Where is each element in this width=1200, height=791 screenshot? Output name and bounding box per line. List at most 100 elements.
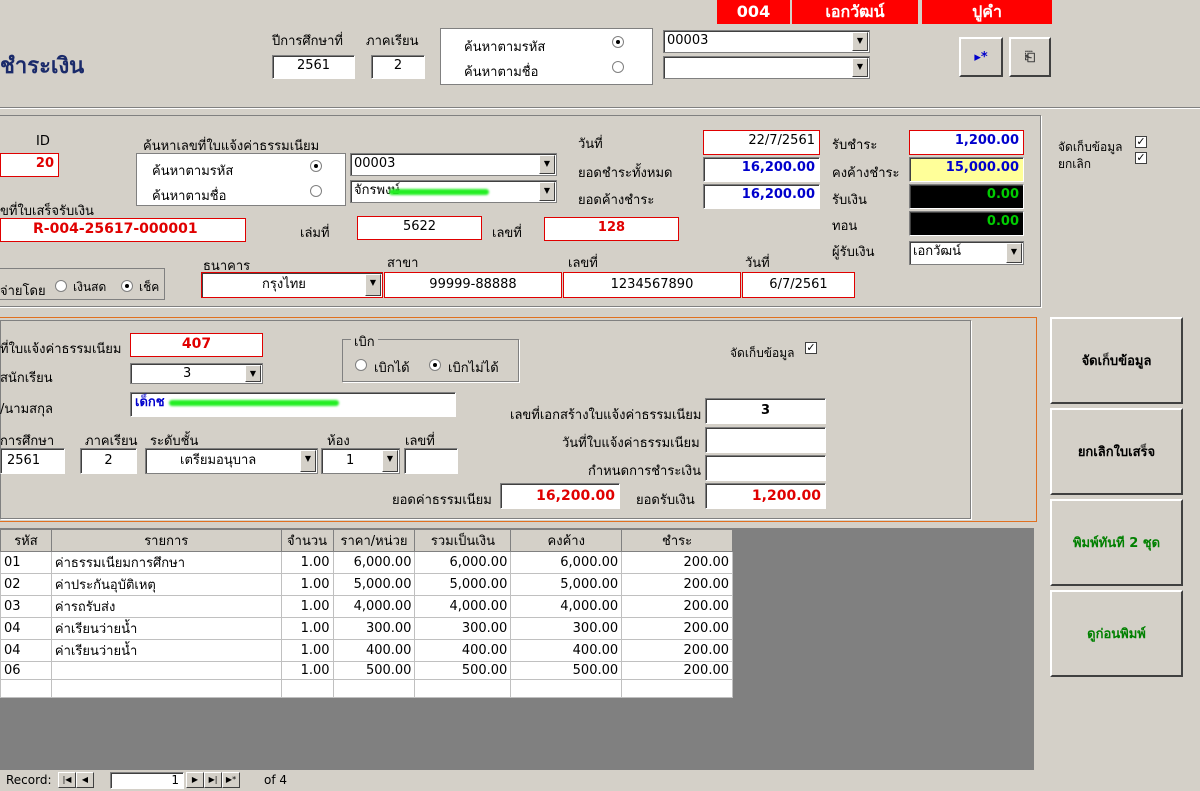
cheque-no-label: เลขที่ bbox=[568, 256, 598, 271]
prev-record-icon[interactable]: ◀ bbox=[76, 772, 94, 788]
col-header[interactable]: ราคา/หน่วย bbox=[332, 529, 416, 552]
print-preview-button[interactable]: ดูก่อนพิมพ์ bbox=[1050, 590, 1183, 677]
col-header[interactable]: รหัส bbox=[0, 529, 52, 552]
chevron-down-icon[interactable]: ▼ bbox=[539, 155, 555, 174]
withdrawable-radio[interactable] bbox=[355, 359, 367, 371]
table-row[interactable]: 04 ค่าเรียนว่ายน้ำ 1.00 300.00 300.00 300.00 2… bbox=[0, 617, 733, 640]
doc-no-label: เลขที่เอกสร้างใบแจ้งค่าธรรมเนียม bbox=[510, 408, 702, 423]
new-record-nav-icon[interactable]: ▶* bbox=[222, 772, 240, 788]
col-header[interactable]: รายการ bbox=[50, 529, 282, 552]
branch-code-badge: 004 bbox=[717, 0, 790, 24]
table-row[interactable]: 04 ค่าเรียนว่ายน้ำ 1.00 400.00 400.00 400.00 2… bbox=[0, 639, 733, 662]
search-by-name-radio[interactable] bbox=[612, 61, 624, 73]
search-by-code-label: ค้นหาตามรหัส bbox=[464, 40, 546, 55]
id-field[interactable]: 20 bbox=[0, 153, 59, 177]
inv-room-select[interactable]: 1 ▼ bbox=[321, 448, 400, 474]
invoice-save-data-checkbox[interactable]: ✓ bbox=[805, 342, 817, 354]
invoice-search-name-radio[interactable] bbox=[310, 185, 322, 197]
receipt-no-field[interactable]: R-004-25617-000001 bbox=[0, 218, 246, 242]
number-field[interactable]: 128 bbox=[544, 217, 679, 241]
remain-label: คงค้างชำระ bbox=[832, 166, 900, 181]
invoice-name-select[interactable]: จักรพงษ์ ▼ bbox=[350, 180, 557, 203]
chevron-down-icon[interactable]: ▼ bbox=[245, 365, 261, 382]
bank-select[interactable]: กรุงไทย ▼ bbox=[201, 272, 383, 298]
chevron-down-icon[interactable]: ▼ bbox=[300, 450, 316, 472]
book-label: เล่มที่ bbox=[300, 226, 330, 241]
due-label: กำหนดการชำระเงิน bbox=[588, 464, 701, 479]
table-row[interactable]: 02 ค่าประกันอุบัติเหตุ 1.00 5,000.00 5,000.0… bbox=[0, 573, 733, 596]
search-by-code-radio[interactable] bbox=[612, 36, 624, 48]
cash-in-field[interactable]: 0.00 bbox=[909, 184, 1024, 209]
chevron-down-icon[interactable]: ▼ bbox=[539, 182, 555, 201]
save-data-checkbox[interactable]: ✓ bbox=[1135, 136, 1147, 148]
search-code-select[interactable]: 00003 ▼ bbox=[663, 30, 870, 53]
date-label: วันที่ bbox=[578, 137, 603, 152]
remain-field: 15,000.00 bbox=[909, 157, 1024, 182]
exit-button[interactable]: ⎗ bbox=[1009, 37, 1051, 77]
col-header[interactable]: รวมเป็นเงิน bbox=[414, 529, 512, 552]
table-row[interactable]: 06 1.00 500.00 500.00 500.00 200.00 bbox=[0, 661, 733, 680]
chevron-down-icon[interactable]: ▼ bbox=[365, 274, 381, 296]
cheque-date-field[interactable]: 6/7/2561 bbox=[742, 272, 855, 298]
inv-year-field[interactable]: 2561 bbox=[0, 448, 65, 474]
cancel-label: ยกเลิก bbox=[1058, 157, 1092, 171]
cheque-label: เช็ค bbox=[139, 280, 160, 294]
not-withdrawable-label: เบิกไม่ได้ bbox=[448, 361, 499, 376]
print-two-copies-button[interactable]: พิมพ์ทันที 2 ชุด bbox=[1050, 499, 1183, 586]
save-button[interactable]: จัดเก็บข้อมูล bbox=[1050, 317, 1183, 404]
student-code-select[interactable]: 3 ▼ bbox=[130, 363, 263, 384]
year-label: ปีการศึกษาที่ bbox=[272, 34, 343, 49]
new-record-button[interactable]: ▸* bbox=[959, 37, 1003, 77]
divider bbox=[0, 107, 1200, 109]
chevron-down-icon[interactable]: ▼ bbox=[1006, 243, 1022, 263]
branch-field[interactable]: 99999-88888 bbox=[384, 272, 562, 298]
last-record-icon[interactable]: ▶| bbox=[204, 772, 222, 788]
new-record-icon: ▸* bbox=[974, 49, 988, 65]
table-row[interactable]: 03 ค่ารถรับส่ง 1.00 4,000.00 4,000.00 4,000.0… bbox=[0, 595, 733, 618]
col-header[interactable]: ชำระ bbox=[621, 529, 733, 552]
withdraw-group: เบิก เบิกได้ เบิกไม่ได้ bbox=[342, 331, 519, 382]
not-withdrawable-radio[interactable] bbox=[429, 359, 441, 371]
invoice-no-field[interactable]: 407 bbox=[130, 333, 263, 357]
student-name-field[interactable]: เด็กช bbox=[130, 392, 456, 417]
cheque-no-field[interactable]: 1234567890 bbox=[563, 272, 741, 298]
date-field[interactable]: 22/7/2561 bbox=[703, 130, 820, 155]
table-row-new[interactable] bbox=[0, 679, 733, 698]
cheque-radio[interactable] bbox=[121, 280, 133, 292]
col-header[interactable]: จำนวน bbox=[280, 529, 334, 552]
chevron-down-icon[interactable]: ▼ bbox=[382, 450, 398, 472]
inv-level-select[interactable]: เตรียมอนุบาล ▼ bbox=[145, 448, 318, 474]
book-field[interactable]: 5622 bbox=[357, 216, 482, 240]
cash-label: เงินสด bbox=[73, 280, 107, 294]
invoice-search-code-radio[interactable] bbox=[310, 160, 322, 172]
year-input[interactable]: 2561 bbox=[272, 55, 355, 79]
exit-icon: ⎗ bbox=[1024, 49, 1036, 65]
inv-term-field[interactable]: 2 bbox=[80, 448, 137, 474]
user-name-badge: เอกวัฒน์ bbox=[792, 0, 918, 24]
receive-field[interactable]: 1,200.00 bbox=[909, 130, 1024, 155]
cancel-receipt-button[interactable]: ยกเลิกใบเสร็จ bbox=[1050, 408, 1183, 495]
col-header[interactable]: คงค้าง bbox=[510, 529, 623, 552]
doc-no-field[interactable]: 3 bbox=[705, 398, 826, 424]
due-field[interactable] bbox=[705, 455, 826, 481]
receiver-select[interactable]: เอกวัฒน์ ▼ bbox=[909, 241, 1024, 265]
cancel-checkbox[interactable]: ✓ bbox=[1135, 152, 1147, 164]
record-count: of 4 bbox=[264, 773, 288, 787]
first-record-icon[interactable]: |◀ bbox=[58, 772, 76, 788]
cash-radio[interactable] bbox=[55, 280, 67, 292]
term-input[interactable]: 2 bbox=[371, 55, 425, 79]
invoice-date-field[interactable] bbox=[705, 427, 826, 453]
invoice-code-select[interactable]: 00003 ▼ bbox=[350, 153, 557, 176]
next-record-icon[interactable]: ▶ bbox=[186, 772, 204, 788]
table-row[interactable]: 01 ค่าธรรมเนียมการศึกษา 1.00 6,000.00 6,000.… bbox=[0, 551, 733, 574]
received-field: 1,200.00 bbox=[705, 483, 826, 509]
inv-no-field[interactable] bbox=[404, 448, 458, 474]
chevron-down-icon[interactable]: ▼ bbox=[852, 32, 868, 51]
chevron-down-icon[interactable]: ▼ bbox=[852, 58, 868, 77]
record-number-input[interactable]: 1 bbox=[110, 772, 184, 789]
withdraw-label: เบิก bbox=[351, 331, 378, 352]
invoice-no-label: ที่ใบแจ้งค่าธรรมเนียม bbox=[0, 342, 122, 357]
pay-method-panel: เงินสด เช็ค bbox=[0, 268, 165, 300]
search-name-select[interactable]: ▼ bbox=[663, 56, 870, 79]
change-field: 0.00 bbox=[909, 211, 1024, 236]
